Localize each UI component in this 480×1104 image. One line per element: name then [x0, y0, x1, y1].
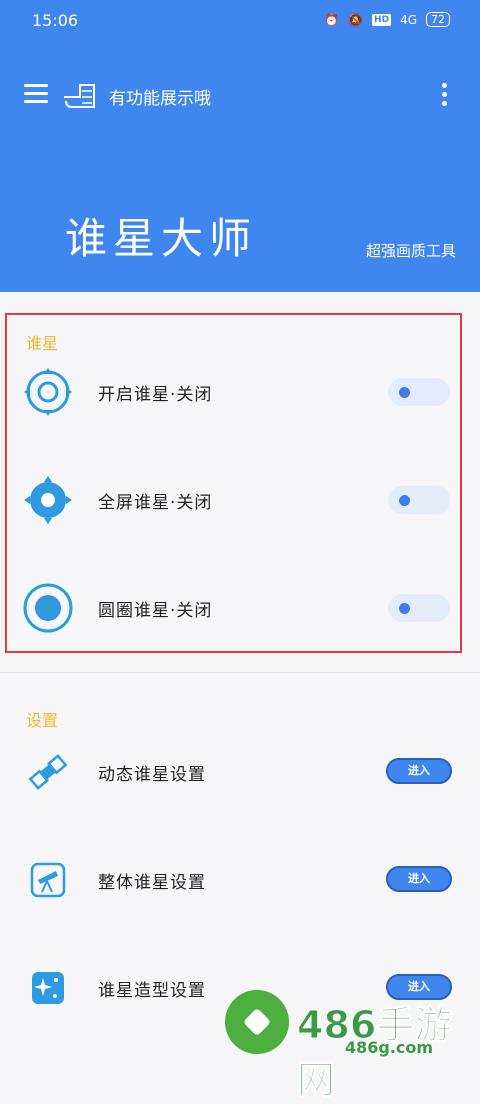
hero-subtitle: 超强画质工具 — [365, 242, 456, 260]
status-bar: 15:06 ⏰ 🔕 HD 4G 72 — [0, 0, 480, 40]
status-time: 15:06 — [32, 11, 79, 30]
settings-row-label: 整体谁星设置 — [98, 873, 206, 893]
highlight-box — [5, 313, 462, 653]
watermark-logo-icon — [225, 990, 289, 1054]
telescope-icon — [30, 862, 66, 898]
status-icons: ⏰ 🔕 HD 4G 72 — [324, 12, 450, 27]
section-title-settings: 设置 — [26, 711, 59, 730]
watermark-url: 486g.com — [345, 1038, 434, 1057]
settings-row-label: 谁星造型设置 — [98, 981, 206, 1001]
menu-icon[interactable] — [24, 84, 48, 104]
pointing-hand-icon — [64, 84, 95, 108]
hd-icon: HD — [372, 13, 392, 26]
mute-icon: 🔕 — [348, 12, 364, 27]
sparkle-icon — [32, 972, 64, 1004]
satellite-icon — [28, 754, 68, 790]
settings-row-dynamic[interactable]: 动态谁星设置 进入 — [0, 742, 480, 802]
watermark: 486手游网 486g.com — [225, 990, 465, 1103]
settings-row-overall[interactable]: 整体谁星设置 进入 — [0, 850, 480, 910]
app-bar: 有功能展示哦 — [0, 75, 480, 115]
enter-button[interactable]: 进入 — [386, 758, 452, 784]
settings-row-label: 动态谁星设置 — [98, 765, 206, 785]
enter-button[interactable]: 进入 — [386, 866, 452, 892]
battery-icon: 72 — [426, 12, 450, 27]
alarm-icon: ⏰ — [324, 12, 340, 27]
network-icon: 4G — [400, 12, 417, 27]
app-title: 有功能展示哦 — [109, 89, 211, 109]
app-header: 15:06 ⏰ 🔕 HD 4G 72 有功能展示哦 谁星大师 超强画质工具 — [0, 0, 480, 292]
more-options-icon[interactable] — [442, 83, 447, 110]
hero-title: 谁星大师 — [65, 214, 258, 263]
